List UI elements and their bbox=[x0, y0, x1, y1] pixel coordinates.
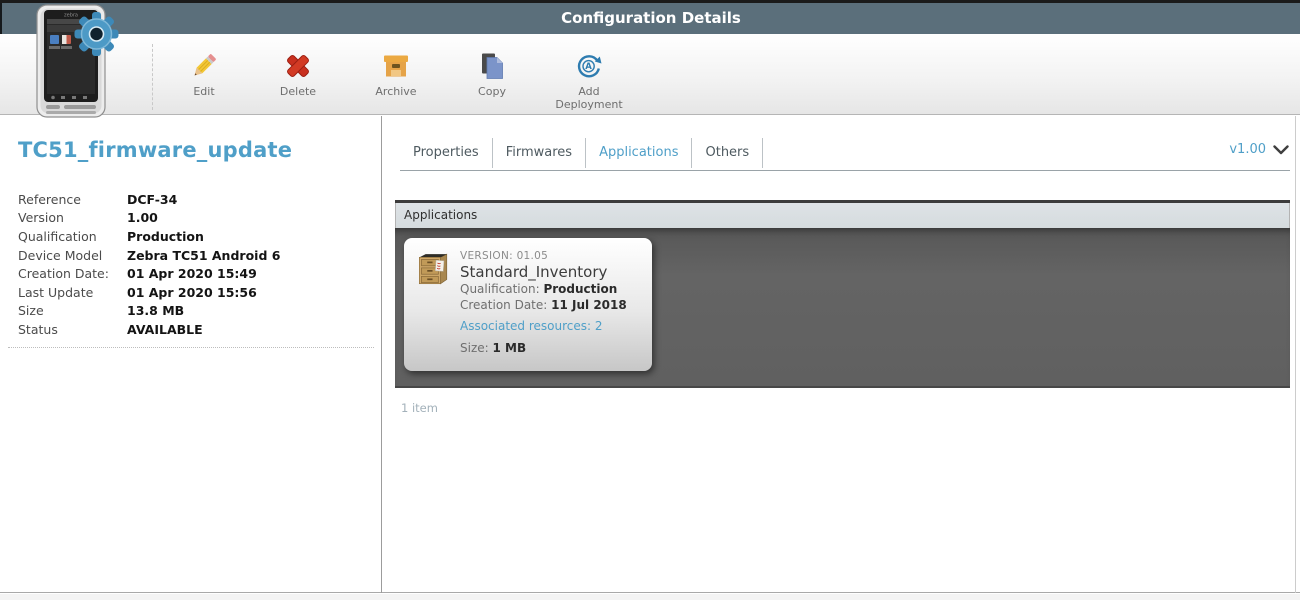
inventory-crate-icon bbox=[415, 251, 449, 293]
tab-firmwares[interactable]: Firmwares bbox=[493, 138, 586, 168]
applications-panel: Applications bbox=[395, 200, 1290, 388]
add-deployment-button[interactable]: A Add Deployment bbox=[543, 50, 635, 111]
applications-panel-header: Applications bbox=[395, 203, 1290, 228]
main-content: TC51_firmware_update Reference DCF-34 Ve… bbox=[0, 116, 1300, 593]
detail-row-creation-date: Creation Date: 01 Apr 2020 15:49 bbox=[18, 264, 280, 283]
app-size-row: Size: 1 MB bbox=[460, 341, 644, 356]
device-config-thumbnail: zebra bbox=[36, 4, 128, 120]
edit-button-label: Edit bbox=[163, 85, 245, 98]
circular-arrow-a-icon: A bbox=[573, 50, 605, 82]
page-title: Configuration Details bbox=[2, 9, 1300, 27]
tab-others[interactable]: Others bbox=[692, 138, 763, 168]
edit-button[interactable]: Edit bbox=[158, 50, 250, 98]
configuration-name: TC51_firmware_update bbox=[18, 138, 292, 162]
version-dropdown[interactable]: v1.00 bbox=[1229, 140, 1289, 159]
delete-button-label: Delete bbox=[257, 85, 339, 98]
configuration-details-list: Reference DCF-34 Version 1.00 Qualificat… bbox=[18, 190, 280, 339]
delete-button[interactable]: Delete bbox=[252, 50, 344, 98]
tab-properties[interactable]: Properties bbox=[400, 138, 493, 168]
app-qualification-row: Qualification: Production bbox=[460, 282, 644, 297]
applications-panel-body: VERSION: 01.05 Standard_Inventory Qualif… bbox=[395, 228, 1290, 388]
detail-row-version: Version 1.00 bbox=[18, 209, 280, 228]
app-version-line: VERSION: 01.05 bbox=[460, 250, 644, 262]
details-divider bbox=[8, 347, 374, 348]
right-edge-divider bbox=[1295, 116, 1296, 593]
version-dropdown-value: v1.00 bbox=[1229, 142, 1266, 157]
app-name: Standard_Inventory bbox=[460, 263, 644, 281]
archive-button-label: Archive bbox=[355, 85, 437, 98]
pencil-icon bbox=[188, 50, 220, 82]
detail-row-reference: Reference DCF-34 bbox=[18, 190, 280, 209]
detail-row-device-model: Device Model Zebra TC51 Android 6 bbox=[18, 246, 280, 265]
box-icon bbox=[380, 50, 412, 82]
item-count: 1 item bbox=[401, 401, 438, 415]
add-deployment-button-label: Add Deployment bbox=[548, 85, 630, 111]
copy-button-label: Copy bbox=[451, 85, 533, 98]
application-card[interactable]: VERSION: 01.05 Standard_Inventory Qualif… bbox=[404, 238, 652, 371]
configuration-summary-panel: TC51_firmware_update Reference DCF-34 Ve… bbox=[0, 116, 382, 593]
detail-tabs-row: Properties Firmwares Applications Others… bbox=[400, 138, 1290, 171]
chevron-down-icon bbox=[1273, 140, 1289, 159]
documents-icon bbox=[476, 50, 508, 82]
red-x-icon bbox=[282, 50, 314, 82]
title-bar: Configuration Details bbox=[0, 3, 1300, 34]
detail-row-status: Status AVAILABLE bbox=[18, 320, 280, 339]
tab-applications[interactable]: Applications bbox=[586, 138, 692, 168]
window-bottom-edge bbox=[0, 594, 1300, 600]
detail-row-last-update: Last Update 01 Apr 2020 15:56 bbox=[18, 283, 280, 302]
detail-row-qualification: Qualification Production bbox=[18, 227, 280, 246]
svg-text:A: A bbox=[585, 62, 592, 72]
copy-button[interactable]: Copy bbox=[446, 50, 538, 98]
configuration-details-page: Configuration Details bbox=[0, 0, 1300, 600]
action-toolbar: Edit Delete bbox=[0, 34, 1300, 115]
toolbar-separator bbox=[152, 44, 153, 110]
detail-tabs: Properties Firmwares Applications Others bbox=[400, 138, 763, 170]
associated-resources-link[interactable]: Associated resources: 2 bbox=[460, 319, 644, 334]
svg-text:zebra: zebra bbox=[64, 13, 78, 19]
archive-button[interactable]: Archive bbox=[350, 50, 442, 98]
app-creation-date-row: Creation Date: 11 Jul 2018 bbox=[460, 298, 644, 313]
status-value: AVAILABLE bbox=[127, 322, 203, 337]
gear-icon bbox=[75, 12, 119, 56]
detail-row-size: Size 13.8 MB bbox=[18, 302, 280, 321]
